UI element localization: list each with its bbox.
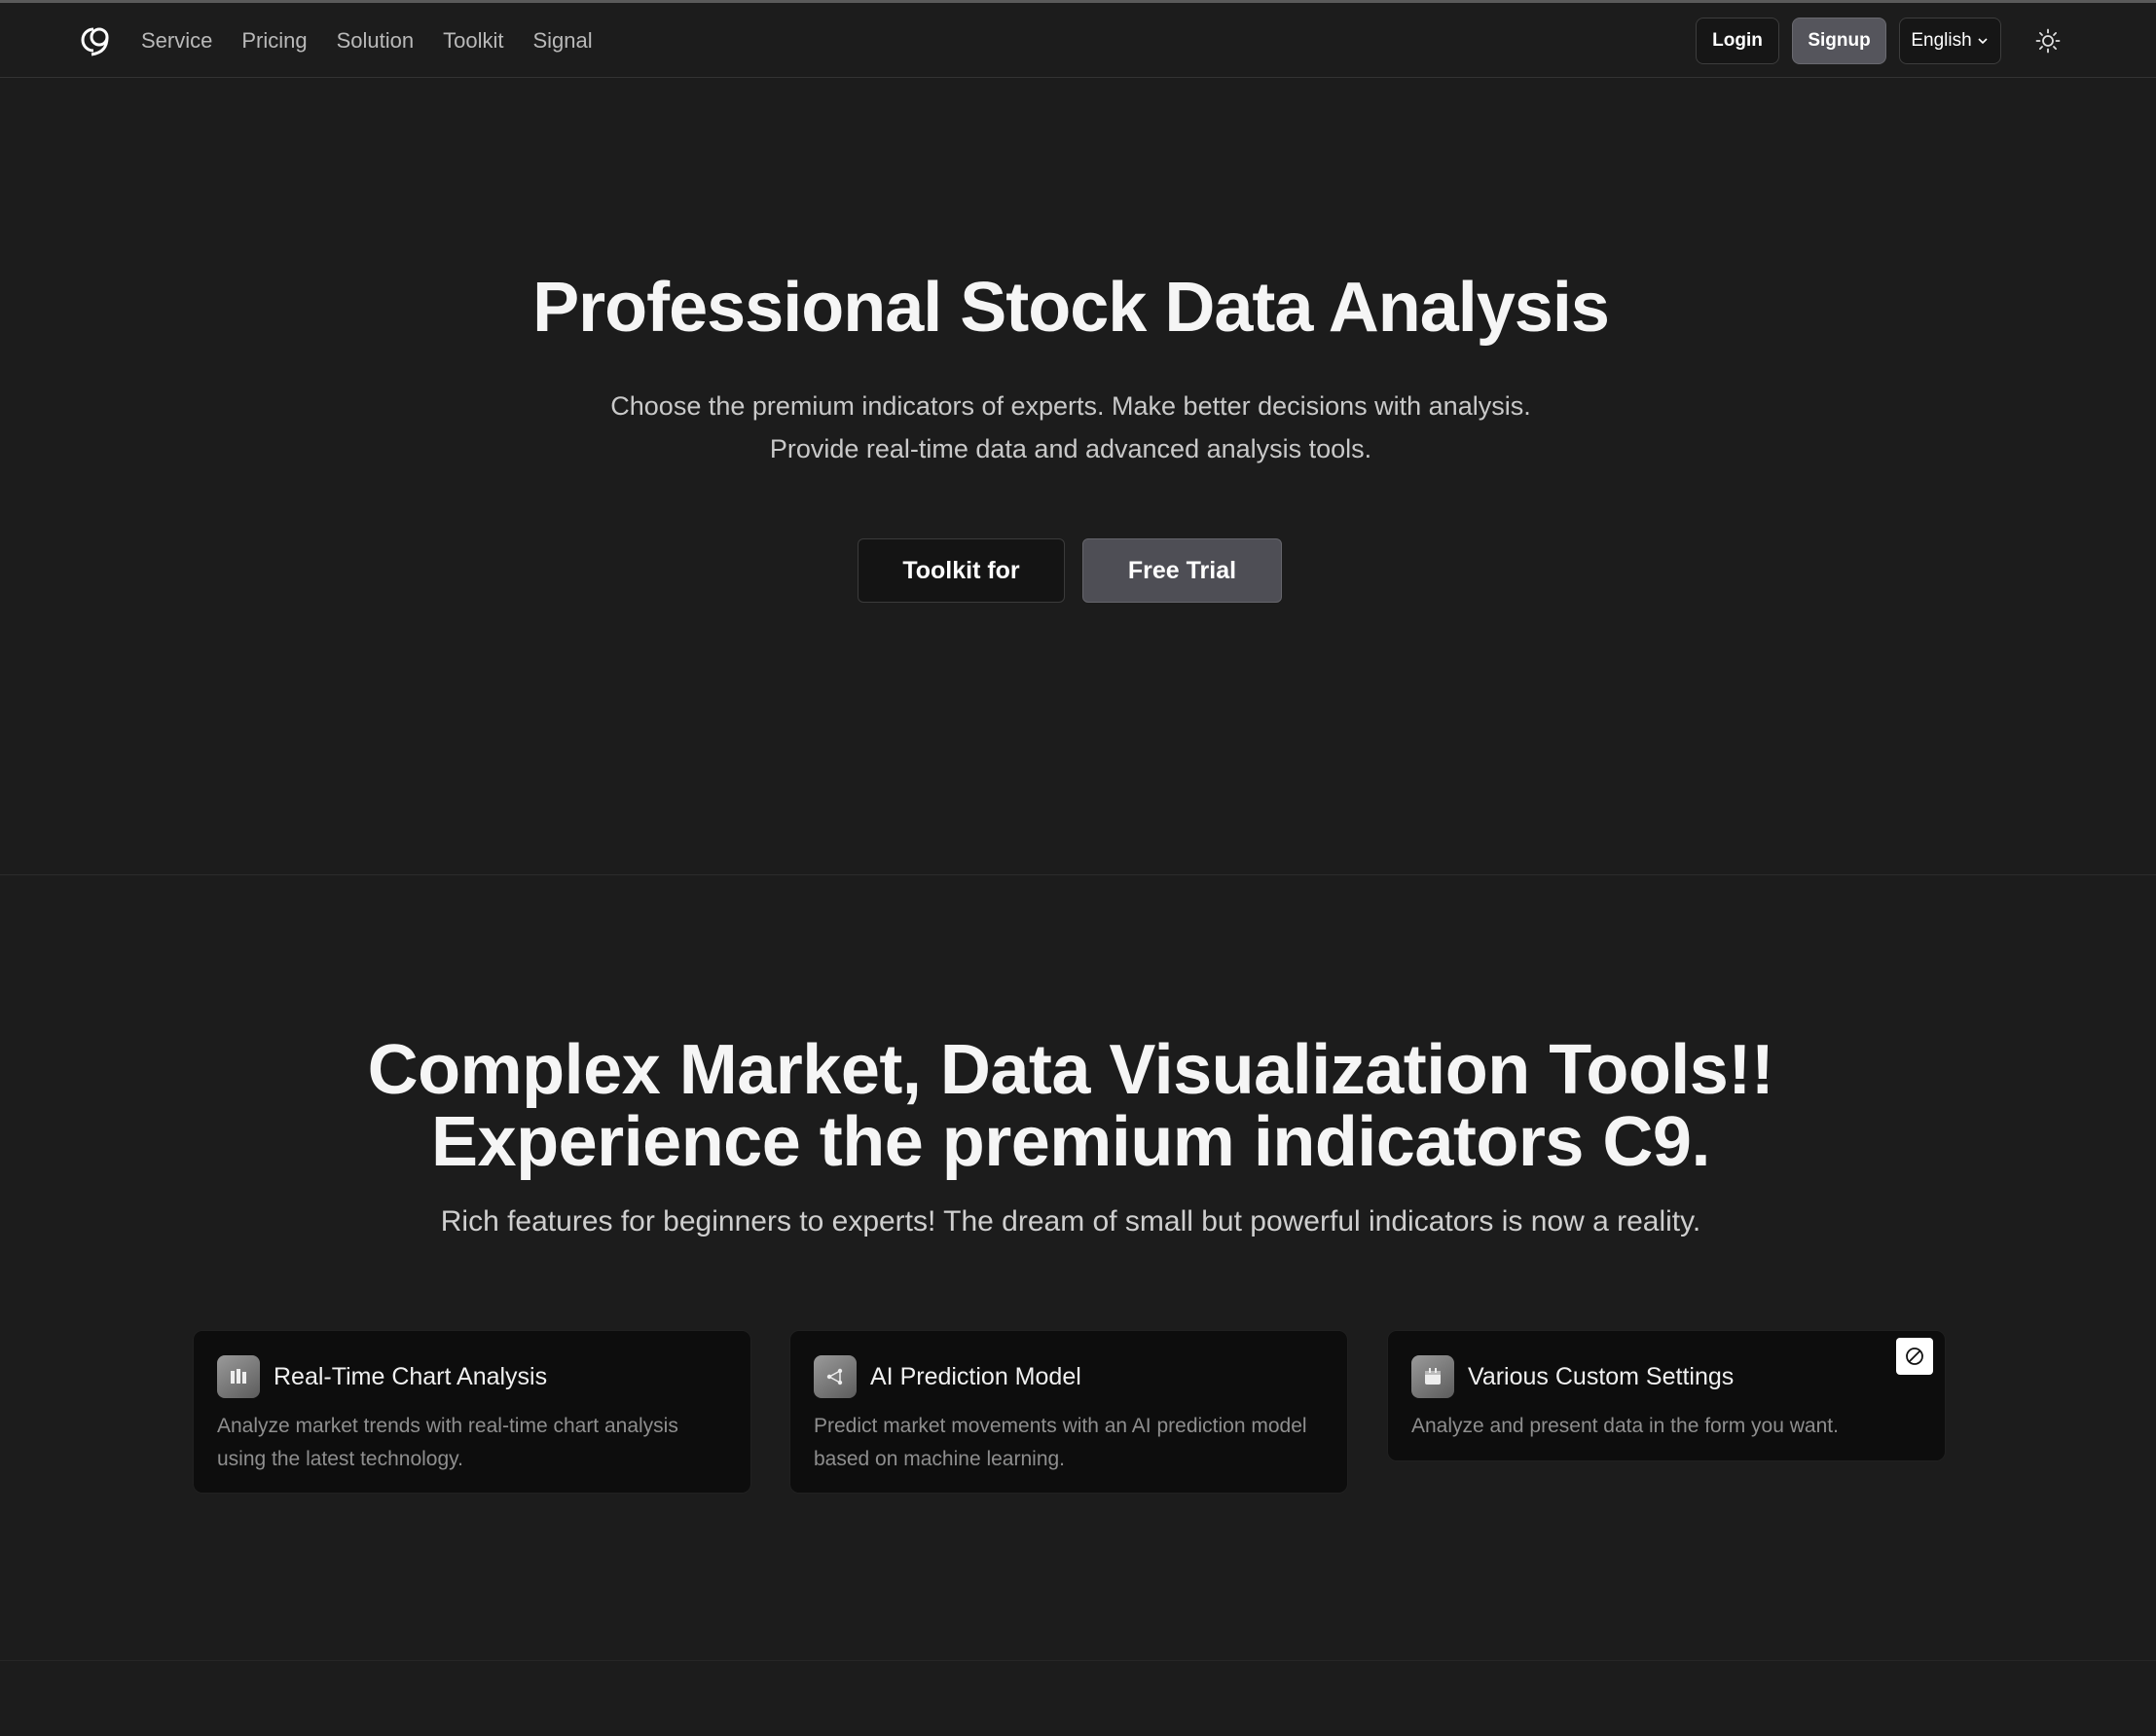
nav-solution[interactable]: Solution: [337, 28, 415, 54]
language-label: English: [1911, 30, 1972, 51]
feature-card-title: Various Custom Settings: [1468, 1362, 1735, 1390]
section-divider: [0, 1660, 2156, 1661]
hero-buttons: Toolkit for Free Trial: [858, 538, 1282, 603]
nav-signal[interactable]: Signal: [532, 28, 592, 54]
chart-bars-icon: [217, 1355, 260, 1398]
chevron-down-icon: [1978, 38, 1988, 45]
calendar-icon: [1411, 1355, 1454, 1398]
section-divider: [0, 874, 2156, 875]
feature-card-title: AI Prediction Model: [870, 1362, 1081, 1390]
hero-subtitle: Choose the premium indicators of experts…: [610, 391, 1531, 463]
login-button[interactable]: Login: [1696, 18, 1779, 64]
feature-card-title: Real-Time Chart Analysis: [274, 1362, 548, 1390]
nav-service[interactable]: Service: [141, 28, 212, 54]
features-title-line2: Experience the premium indicators C9.: [431, 1103, 1710, 1181]
features-title-line1: Complex Market, Data Visualization Tools…: [367, 1031, 1774, 1109]
signup-button[interactable]: Signup: [1792, 18, 1886, 64]
feature-card-desc: Analyze market trends with real-time cha…: [217, 1415, 678, 1470]
top-navbar: Service Pricing Solution Toolkit Signal …: [0, 3, 2156, 78]
feature-card-realtime[interactable]: Real-Time Chart Analysis Analyze market …: [193, 1330, 751, 1494]
disabled-icon[interactable]: [1896, 1338, 1933, 1375]
sun-icon[interactable]: [2035, 28, 2061, 54]
features-title: Complex Market, Data Visualization Tools…: [0, 1034, 2141, 1178]
nav-toolkit[interactable]: Toolkit: [443, 28, 503, 54]
free-trial-button[interactable]: Free Trial: [1082, 538, 1282, 603]
toolkit-button[interactable]: Toolkit for: [858, 538, 1065, 603]
feature-card-desc: Predict market movements with an AI pred…: [814, 1415, 1307, 1470]
nav-pricing[interactable]: Pricing: [241, 28, 307, 54]
network-icon: [814, 1355, 857, 1398]
language-select[interactable]: English: [1899, 18, 2001, 64]
features-subtitle: Rich features for beginners to experts! …: [440, 1205, 1701, 1237]
hero-title: Professional Stock Data Analysis: [532, 269, 1610, 347]
main-nav: Service Pricing Solution Toolkit Signal: [141, 3, 593, 78]
nav-actions: Login Signup English: [1696, 18, 2061, 64]
feature-card-ai[interactable]: AI Prediction Model Predict market movem…: [789, 1330, 1348, 1494]
c9-logo[interactable]: [74, 19, 115, 60]
feature-card-desc: Analyze and present data in the form you…: [1411, 1415, 1839, 1437]
feature-card-custom[interactable]: Various Custom Settings Analyze and pres…: [1387, 1330, 1946, 1461]
